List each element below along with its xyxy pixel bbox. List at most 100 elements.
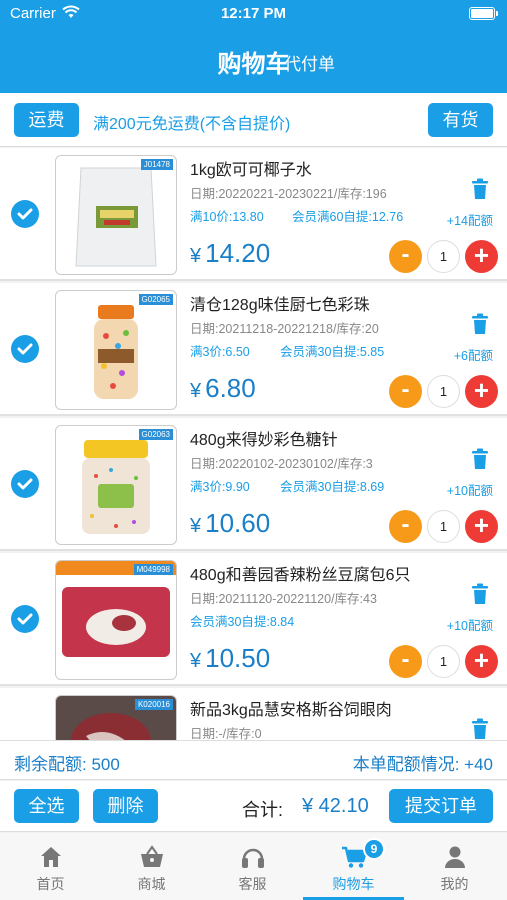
select-all-button[interactable]: 全选 [14,789,79,823]
cart-item-list[interactable]: J01478 1kg欧可可椰子水 日期:20220221-20230221/库存… [0,148,507,740]
item-promo: 满3价:9.90 [190,480,250,494]
in-stock-button[interactable]: 有货 [428,103,493,137]
quota-bonus: +10配额 [446,619,493,633]
quantity-value[interactable]: 1 [427,510,460,543]
app-header: Carrier 12:17 PM 购物车 代付单 [0,0,507,93]
sprinkle-tub-image [82,440,150,534]
price-value: 6.80 [205,373,256,403]
tab-mall[interactable]: 商城 [101,833,202,900]
quota-bonus: +6配额 [453,349,493,363]
increase-button[interactable]: + [465,510,498,543]
increase-button[interactable]: + [465,240,498,273]
item-member-promo: 会员满60自提:12.76 [292,210,404,224]
item-checkbox[interactable] [11,470,39,498]
order-quota: 本单配额情况: +40 [352,755,493,774]
item-checkbox[interactable] [11,605,39,633]
trash-icon[interactable] [470,313,490,340]
tab-label: 首页 [36,876,65,892]
currency-symbol: ¥ [190,380,202,402]
sku-tag: K020016 [134,699,173,710]
item-date-stock: 日期:20211218-20221218/库存:20 [190,322,379,336]
tab-label: 购物车 [332,876,375,892]
remaining-quota: 剩余配额: 500 [14,755,120,774]
item-price: ¥14.20 [190,238,270,269]
quantity-value[interactable]: 1 [427,240,460,273]
decrease-button[interactable]: - [389,645,422,678]
item-name[interactable]: 1kg欧可可椰子水 [190,156,312,180]
item-promo: 满3价:6.50 [190,345,250,359]
item-name[interactable]: 清仓128g味佳厨七色彩珠 [190,291,370,315]
trash-icon[interactable] [470,718,490,740]
item-price: ¥10.50 [190,643,270,674]
submit-order-button[interactable]: 提交订单 [389,789,493,823]
quantity-value[interactable]: 1 [427,645,460,678]
product-image[interactable]: G02065 [55,290,177,410]
tab-profile[interactable]: 我的 [404,833,505,900]
tab-label: 我的 [440,876,469,892]
tab-cart[interactable]: 9 购物车 [303,833,404,900]
quantity-value[interactable]: 1 [427,375,460,408]
cart-item: G02065 清仓128g味佳厨七色彩珠 日期:20211218-2022121… [0,283,507,416]
status-bar: Carrier 12:17 PM [0,0,507,28]
product-image[interactable]: K020016 [55,695,177,740]
quota-bar: 剩余配额: 500 本单配额情况: +40 [0,740,507,780]
sku-tag: J01478 [140,159,173,170]
total-amount: ¥ 42.10 [302,795,369,817]
item-member-promo: 会员满30自提:8.69 [280,480,385,494]
basket-icon [138,843,166,871]
checkout-bar: 全选 删除 合计: ¥ 42.10 提交订单 [0,781,507,832]
currency-symbol: ¥ [190,650,202,672]
sprinkles-jar-image [94,305,138,399]
cart-item: M049998 480g和善园香辣粉丝豆腐包6只 日期:20211120-202… [0,553,507,686]
coconut-water-bag-image [75,167,157,267]
item-name[interactable]: 480g和善园香辣粉丝豆腐包6只 [190,561,411,585]
free-shipping-notice: 满200元免运费(不含自提价) [93,116,291,133]
headset-icon [239,843,267,871]
item-member-promo: 会员满30自提:5.85 [280,345,385,359]
cart-count-badge: 9 [363,838,385,860]
item-member-promo: 会员满30自提:8.84 [190,615,295,629]
trash-icon[interactable] [470,178,490,205]
currency-symbol: ¥ [190,245,202,267]
decrease-button[interactable]: - [389,240,422,273]
decrease-button[interactable]: - [389,375,422,408]
trash-icon[interactable] [470,448,490,475]
price-value: 10.60 [205,508,271,538]
currency-symbol: ¥ [190,515,202,537]
quota-bonus: +14配额 [446,214,493,228]
increase-button[interactable]: + [465,375,498,408]
tab-label: 商城 [137,876,166,892]
tab-service[interactable]: 客服 [202,833,303,900]
quota-bonus: +10配额 [446,484,493,498]
increase-button[interactable]: + [465,645,498,678]
clock: 12:17 PM [220,5,287,22]
delete-button[interactable]: 删除 [93,789,158,823]
home-icon [37,843,65,871]
item-checkbox[interactable] [11,200,39,228]
item-date-stock: 日期:20220102-20230102/库存:3 [190,457,373,471]
proxy-order-link[interactable]: 代付单 [284,50,335,75]
item-checkbox[interactable] [11,335,39,363]
cart-item: J01478 1kg欧可可椰子水 日期:20220221-20230221/库存… [0,148,507,281]
item-price: ¥10.60 [190,508,270,539]
product-image[interactable]: J01478 [55,155,177,275]
tab-home[interactable]: 首页 [0,833,101,900]
item-name[interactable]: 新品3kg品慧安格斯谷饲眼肉 [190,696,392,720]
total-label: 合计: [242,800,284,820]
trash-icon[interactable] [470,583,490,610]
product-image[interactable]: G02063 [55,425,177,545]
product-image[interactable]: M049998 [55,560,177,680]
shipping-fee-button[interactable]: 运费 [14,103,79,137]
tab-bar: 首页 商城 客服 9 购物车 我的 [0,833,507,900]
sku-tag: M049998 [133,564,173,575]
sku-tag: G02063 [138,429,173,440]
item-name[interactable]: 480g来得妙彩色糖针 [190,426,338,450]
cart-item: K020016 新品3kg品慧安格斯谷饲眼肉 日期:-/库存:0 [0,688,507,740]
shipping-bar: 运费 满200元免运费(不含自提价) 有货 [0,93,507,147]
person-icon [441,843,469,871]
price-value: 10.50 [205,643,271,673]
item-date-stock: 日期:-/库存:0 [190,727,262,740]
item-date-stock: 日期:20211120-20221120/库存:43 [190,592,377,606]
page-title: 购物车 [217,51,290,78]
decrease-button[interactable]: - [389,510,422,543]
